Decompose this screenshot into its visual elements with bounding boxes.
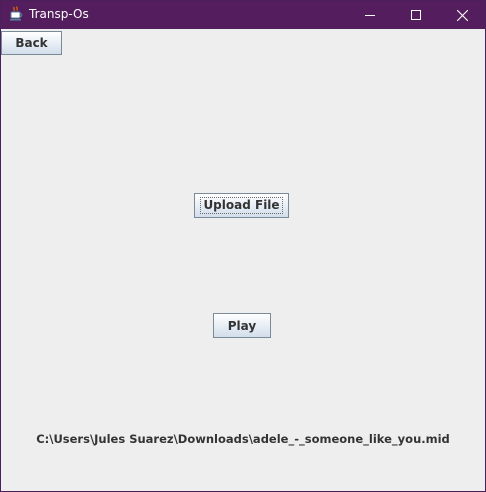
maximize-icon (411, 10, 421, 20)
content-panel: Back Upload File Play C:\Users\Jules Sua… (1, 29, 485, 491)
java-coffee-cup-icon (8, 6, 24, 22)
selected-file-path: C:\Users\Jules Suarez\Downloads\adele_-_… (36, 432, 450, 446)
play-button[interactable]: Play (213, 313, 271, 338)
back-button-label: Back (15, 36, 48, 50)
upload-file-button[interactable]: Upload File (194, 193, 289, 218)
back-button[interactable]: Back (1, 31, 62, 55)
play-button-label: Play (227, 318, 257, 333)
minimize-button[interactable] (347, 1, 393, 29)
close-button[interactable] (439, 1, 485, 29)
upload-file-button-label: Upload File (200, 197, 283, 214)
close-icon (456, 9, 468, 21)
minimize-icon (365, 10, 375, 20)
app-window: Transp-Os Back Upload File Play C:\Users… (0, 0, 486, 492)
maximize-button[interactable] (393, 1, 439, 29)
title-bar[interactable]: Transp-Os (1, 1, 485, 29)
window-title: Transp-Os (29, 7, 89, 21)
